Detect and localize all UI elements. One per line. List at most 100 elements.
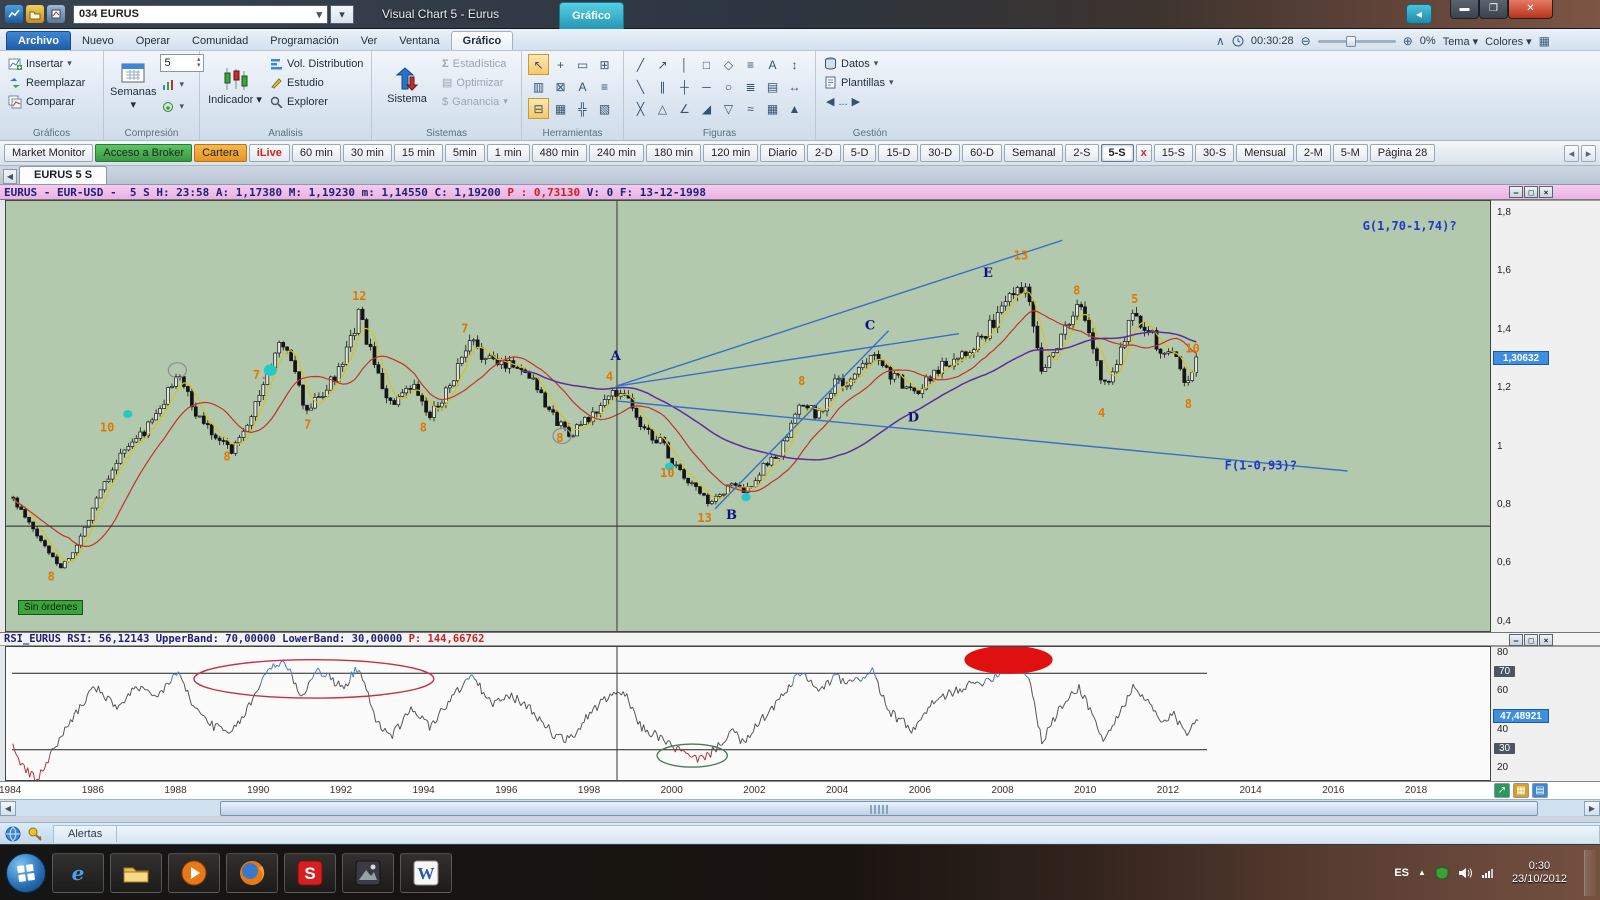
tool-icon[interactable]: ─ [696, 76, 717, 97]
tool-icon[interactable]: ╬ [572, 98, 593, 119]
gestion-prev-icon[interactable]: ◀ [826, 95, 834, 108]
collapse-ribbon-icon[interactable]: ∧ [1216, 34, 1225, 48]
zoom-slider-knob[interactable] [1346, 36, 1356, 47]
pane-maximize-icon[interactable]: □ [1524, 186, 1538, 198]
menu-tab-archivo[interactable]: Archivo [6, 31, 71, 50]
tool-icon[interactable]: ↕ [784, 54, 805, 75]
taskbar-app-word[interactable]: W [400, 853, 452, 893]
tool-icon[interactable]: ∠ [674, 98, 695, 119]
period-tab-2-d[interactable]: 2-D [807, 144, 841, 162]
period-tab-240-min[interactable]: 240 min [589, 144, 644, 162]
insertar-button[interactable]: Insertar▾ [6, 54, 99, 73]
save-icon[interactable]: ▦ [1513, 783, 1529, 798]
tool-icon[interactable]: ▥ [528, 76, 549, 97]
taskbar-app-internet-explorer[interactable]: e [52, 853, 104, 893]
tool-icon[interactable]: ◇ [718, 54, 739, 75]
page-tab[interactable]: Página 28 [1370, 144, 1436, 162]
tool-icon[interactable]: ↔ [784, 76, 805, 97]
vol-distribution-button[interactable]: Vol. Distribution [268, 54, 365, 73]
menu-tab-programación[interactable]: Programación [259, 32, 349, 50]
tool-icon[interactable]: ↖ [528, 54, 549, 75]
period-scroll-right-icon[interactable]: ▸ [1581, 145, 1596, 162]
close-button[interactable]: ✕ [1508, 0, 1553, 19]
menu-tab-ventana[interactable]: Ventana [388, 32, 450, 50]
document-tab-eurus[interactable]: EURUS 5 S [19, 166, 107, 184]
language-indicator[interactable]: ES [1394, 867, 1409, 879]
app-logo-icon[interactable] [5, 5, 23, 23]
taskbar-app-explorer-folder[interactable] [110, 853, 162, 893]
scrollbar-thumb[interactable] [220, 801, 1538, 816]
tool-icon[interactable]: ▲ [784, 98, 805, 119]
tool-icon[interactable]: ↗ [652, 54, 673, 75]
globe-icon[interactable] [5, 826, 21, 842]
estudio-button[interactable]: Estudio [268, 73, 365, 92]
menu-tab-grafico-active[interactable]: Gráfico [451, 31, 514, 50]
network-icon[interactable] [1481, 867, 1495, 879]
plantillas-button[interactable]: Plantillas▾ [822, 73, 920, 92]
period-tab-60-d[interactable]: 60-D [962, 144, 1002, 162]
tool-icon[interactable]: ⊠ [550, 76, 571, 97]
tool-icon[interactable]: ⊞ [594, 54, 615, 75]
back-button[interactable]: ◂ [1406, 4, 1432, 24]
tool-icon[interactable]: A [762, 54, 783, 75]
restore-button[interactable]: ❐ [1479, 0, 1508, 19]
pane-close-icon[interactable]: × [1539, 186, 1553, 198]
tool-icon[interactable]: ≡ [740, 54, 761, 75]
tool-icon[interactable]: ◢ [696, 98, 717, 119]
tool-icon[interactable]: □ [696, 54, 717, 75]
show-desktop-button[interactable] [1584, 850, 1596, 896]
tool-icon[interactable]: △ [652, 98, 673, 119]
calendar-icon[interactable]: ▤ [1532, 783, 1548, 798]
period-tab-5min[interactable]: 5min [445, 144, 485, 162]
period-tab-60-min[interactable]: 60 min [292, 144, 341, 162]
estadistica-button[interactable]: Σ Estadística [440, 54, 510, 73]
rsi-chart[interactable] [6, 647, 1490, 780]
tool-icon[interactable]: ▦ [550, 98, 571, 119]
period-tab-5-m[interactable]: 5-M [1333, 144, 1368, 162]
zoom-out-icon[interactable]: ⊖ [1301, 34, 1311, 48]
tool-icon[interactable]: ○ [718, 76, 739, 97]
tool-icon[interactable]: ▤ [762, 76, 783, 97]
rsi-axis[interactable]: 80706040302047,48921 [1491, 646, 1600, 781]
colores-menu[interactable]: Colores ▾ [1485, 35, 1531, 48]
period-tab-5-s[interactable]: 5-S [1101, 144, 1134, 162]
tool-icon[interactable]: ╳ [630, 98, 651, 119]
period-tab-5-d[interactable]: 5-D [843, 144, 877, 162]
indicador-button[interactable]: Indicador ▾ [206, 54, 264, 118]
tool-icon[interactable]: ≡ [594, 76, 615, 97]
comparar-button[interactable]: Comparar [6, 92, 99, 111]
hidden-icons-chevron[interactable]: ▲ [1418, 868, 1426, 877]
period-tab-1-min[interactable]: 1 min [487, 144, 530, 162]
scroll-left-icon[interactable]: ◀ [0, 801, 16, 816]
close-period-icon[interactable]: x [1136, 144, 1152, 162]
explorer-button[interactable]: Explorer [268, 92, 365, 111]
menu-tab-ver[interactable]: Ver [350, 32, 389, 50]
tool-icon[interactable]: ┼ [674, 76, 695, 97]
period-tab-2-m[interactable]: 2-M [1296, 144, 1331, 162]
context-tab-grafico[interactable]: Gráfico [559, 2, 624, 29]
period-scroll-left-icon[interactable]: ◂ [1564, 145, 1579, 162]
period-tab-semanal[interactable]: Semanal [1004, 144, 1063, 162]
key-icon[interactable] [27, 826, 43, 842]
period-tab-15-d[interactable]: 15-D [878, 144, 918, 162]
tool-icon[interactable]: ╲ [630, 76, 651, 97]
taskbar-app-photo-app[interactable] [342, 853, 394, 893]
tool-icon[interactable]: A [572, 76, 593, 97]
volume-icon[interactable] [1458, 867, 1472, 879]
price-plot[interactable]: 81087.71287841013813845108ABCDEG(1,70-1,… [5, 200, 1491, 632]
tool-icon[interactable]: ≈ [740, 98, 761, 119]
period-tab-mensual[interactable]: Mensual [1236, 144, 1294, 162]
tool-icon[interactable]: ▽ [718, 98, 739, 119]
zoom-slider[interactable] [1318, 40, 1396, 43]
start-button[interactable] [6, 853, 46, 893]
tool-icon[interactable]: + [550, 54, 571, 75]
taskbar-app-media-player[interactable] [168, 853, 220, 893]
tool-icon[interactable]: ∥ [652, 76, 673, 97]
antivirus-tray-icon[interactable] [1435, 866, 1449, 880]
gestion-next-icon[interactable]: ▶ [852, 95, 860, 108]
period-tab-120-min[interactable]: 120 min [703, 144, 758, 162]
tool-icon[interactable]: ▧ [594, 98, 615, 119]
rsi-plot[interactable] [5, 646, 1491, 781]
taskbar-app-trading-app[interactable]: S [284, 853, 336, 893]
horizontal-scrollbar[interactable]: ◀ ▶ [0, 799, 1600, 816]
